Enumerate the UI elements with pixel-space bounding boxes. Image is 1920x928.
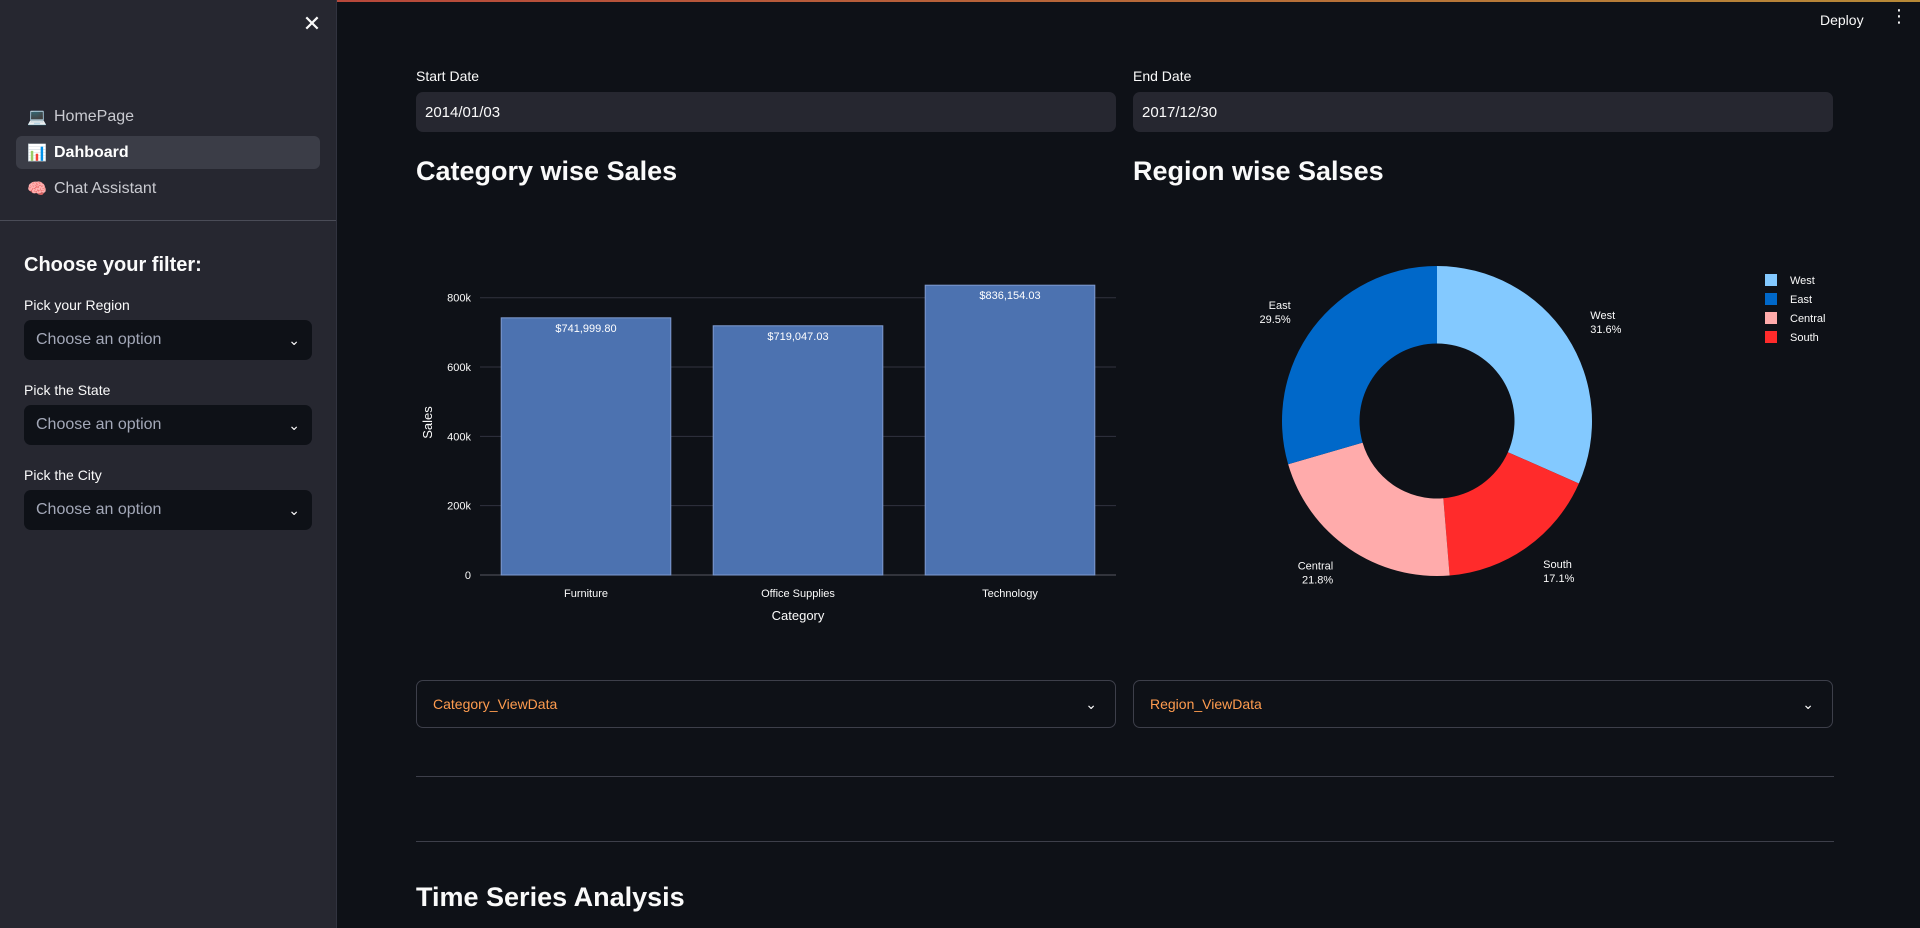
y-tick-label: 400k <box>447 431 471 443</box>
legend-swatch[interactable] <box>1765 331 1777 343</box>
region-select[interactable]: Choose an option ⌄ <box>24 320 312 360</box>
bar[interactable] <box>924 284 1096 576</box>
sidebar-item-label: Chat Assistant <box>54 179 157 197</box>
legend-swatch[interactable] <box>1765 312 1777 324</box>
slice-percent-label: 29.5% <box>1259 314 1290 326</box>
legend-label: Central <box>1790 313 1825 325</box>
end-date-input[interactable]: 2017/12/30 <box>1133 92 1833 132</box>
city-select[interactable]: Choose an option ⌄ <box>24 490 312 530</box>
donut-slice[interactable] <box>1437 266 1592 484</box>
bar-data-label: $719,047.03 <box>767 331 828 343</box>
category-viewdata-expander[interactable]: Category_ViewData ⌄ <box>416 680 1116 728</box>
chevron-down-icon: ⌄ <box>288 331 300 348</box>
state-select[interactable]: Choose an option ⌄ <box>24 405 312 445</box>
y-tick-label: 200k <box>447 501 471 513</box>
legend-label: West <box>1790 275 1815 287</box>
sidebar: ✕ 💻 HomePage 📊 Dahboard 🧠 Chat Assistant… <box>0 0 337 928</box>
sidebar-nav: 💻 HomePage 📊 Dahboard 🧠 Chat Assistant <box>16 100 320 208</box>
state-select-placeholder: Choose an option <box>36 416 162 433</box>
bar-data-label: $836,154.03 <box>979 290 1040 302</box>
city-filter-label: Pick the City <box>24 467 102 483</box>
region-filter-label: Pick your Region <box>24 297 130 313</box>
region-select-placeholder: Choose an option <box>36 331 162 348</box>
time-series-title: Time Series Analysis <box>416 882 685 912</box>
legend-label: South <box>1790 332 1819 344</box>
bar[interactable] <box>712 325 884 576</box>
chevron-down-icon: ⌄ <box>288 416 300 433</box>
slice-name-label: West <box>1590 310 1615 322</box>
y-axis-title: Sales <box>420 406 435 439</box>
x-tick-label: Furniture <box>564 588 608 600</box>
category-bar-chart[interactable]: 0 200k 400k 600k 800k $741,999.80 Furniture $71… <box>416 200 1116 640</box>
end-date-label: End Date <box>1133 68 1192 84</box>
slice-name-label: South <box>1543 559 1572 571</box>
slice-percent-label: 31.6% <box>1590 324 1621 336</box>
slice-name-label: East <box>1269 300 1291 312</box>
state-filter-label: Pick the State <box>24 382 111 398</box>
laptop-icon: 💻 <box>27 108 47 126</box>
chevron-down-icon: ⌄ <box>1085 695 1097 712</box>
x-axis-title: Category <box>772 608 825 623</box>
more-options-icon[interactable]: ⋮ <box>1890 7 1908 25</box>
region-viewdata-expander[interactable]: Region_ViewData ⌄ <box>1133 680 1833 728</box>
bar-chart-svg: 0 200k 400k 600k 800k $741,999.80 Furniture $71… <box>420 284 1116 623</box>
expander-label: Region_ViewData <box>1150 696 1262 712</box>
x-tick-label: Office Supplies <box>761 588 835 600</box>
sidebar-item-label: Dahboard <box>54 143 129 161</box>
sidebar-divider <box>0 220 336 221</box>
filter-heading: Choose your filter: <box>24 254 202 276</box>
y-tick-label: 0 <box>465 570 471 582</box>
sidebar-item-chat-assistant[interactable]: 🧠 Chat Assistant <box>16 172 320 205</box>
slice-percent-label: 17.1% <box>1543 573 1574 585</box>
sidebar-item-homepage[interactable]: 💻 HomePage <box>16 100 320 133</box>
category-chart-title: Category wise Sales <box>416 156 678 186</box>
deploy-button[interactable]: Deploy <box>1820 12 1864 28</box>
slice-percent-label: 21.8% <box>1302 575 1333 587</box>
legend-label: East <box>1790 294 1812 306</box>
chevron-down-icon: ⌄ <box>288 501 300 518</box>
section-divider <box>416 841 1834 842</box>
bar-chart-icon: 📊 <box>27 144 47 162</box>
donut-slice[interactable] <box>1288 442 1450 576</box>
city-select-placeholder: Choose an option <box>36 501 162 518</box>
sidebar-item-dashboard[interactable]: 📊 Dahboard <box>16 136 320 169</box>
region-donut-chart[interactable]: West 31.6% South 17.1% Central 21.8% East 29.5%… <box>1133 200 1833 640</box>
y-tick-label: 800k <box>447 293 471 305</box>
donut-slice[interactable] <box>1282 266 1437 465</box>
donut-chart-svg: West 31.6% South 17.1% Central 21.8% East 29.5%… <box>1259 266 1825 587</box>
sidebar-item-label: HomePage <box>54 107 135 125</box>
close-sidebar-icon[interactable]: ✕ <box>302 13 322 35</box>
start-date-input[interactable]: 2014/01/03 <box>416 92 1116 132</box>
legend-swatch[interactable] <box>1765 293 1777 305</box>
start-date-label: Start Date <box>416 68 480 84</box>
bar[interactable] <box>500 317 672 576</box>
x-tick-label: Technology <box>982 588 1038 600</box>
brain-icon: 🧠 <box>27 180 47 198</box>
slice-name-label: Central <box>1298 561 1333 573</box>
legend-swatch[interactable] <box>1765 274 1777 286</box>
expander-label: Category_ViewData <box>433 696 558 712</box>
y-tick-label: 600k <box>447 362 471 374</box>
bar-data-label: $741,999.80 <box>555 323 616 335</box>
section-divider <box>416 776 1834 777</box>
chevron-down-icon: ⌄ <box>1802 695 1814 712</box>
region-chart-title: Region wise Salses <box>1133 156 1384 186</box>
